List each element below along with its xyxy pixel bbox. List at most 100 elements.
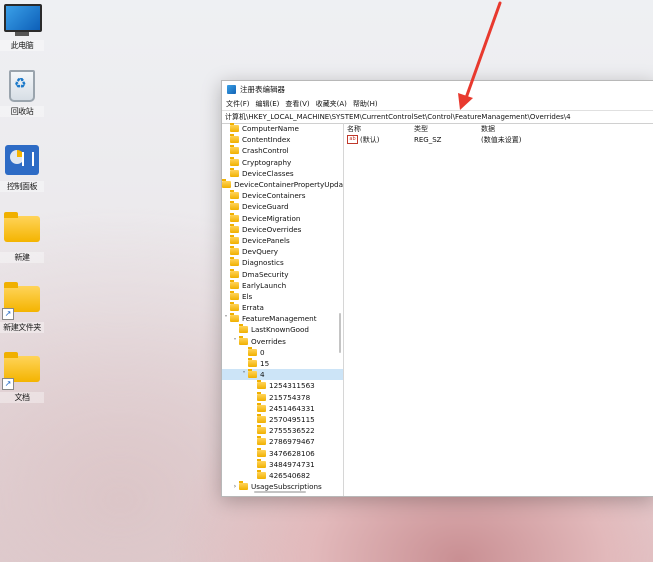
folder-icon xyxy=(257,436,266,446)
folder-icon xyxy=(257,380,266,390)
desktop-icon-label: 文档 xyxy=(0,392,44,403)
menu-view[interactable]: 查看(V) xyxy=(285,99,309,109)
tree-item-label: 426540682 xyxy=(269,470,311,480)
desktop-icon-this-pc[interactable]: 此电脑 xyxy=(0,4,44,51)
expand-chevron-icon[interactable]: ˅ xyxy=(240,371,248,378)
registry-tree[interactable]: ComputerName ContentIndex CrashControl Cryp… xyxy=(222,123,344,496)
tree-item-label: 0 xyxy=(260,347,265,357)
tree-item[interactable]: 3476628106 xyxy=(222,447,343,458)
tree-item-label: ComputerName xyxy=(242,124,299,134)
menu-edit[interactable]: 编辑(E) xyxy=(256,99,280,109)
menu-favorites[interactable]: 收藏夹(A) xyxy=(316,99,347,109)
tree-item[interactable]: DevicePanels xyxy=(222,234,343,246)
desktop-icon-documents[interactable]: ↗ 文档 xyxy=(0,352,44,403)
tree-item-label: CrashControl xyxy=(242,146,289,156)
folder-shortcut-icon: ↗ xyxy=(2,352,40,390)
tree-item-label: Els xyxy=(242,291,253,301)
tree-item[interactable]: LastKnownGood xyxy=(222,324,343,335)
tree-item-label: FeatureManagement xyxy=(242,314,317,324)
tree-item[interactable]: ˅ FeatureManagement xyxy=(222,313,343,324)
tree-item[interactable]: DevQuery xyxy=(222,246,343,257)
tree-item[interactable]: ComputerName xyxy=(222,123,343,134)
folder-icon xyxy=(257,402,266,412)
tree-item[interactable]: ˅ Overrides xyxy=(222,335,343,347)
folder-icon xyxy=(257,391,266,401)
folder-icon xyxy=(4,212,40,248)
tree-item-label: 2755536522 xyxy=(269,426,315,436)
tree-item[interactable]: 426540682 xyxy=(222,469,343,481)
folder-icon xyxy=(257,447,266,457)
monitor-icon xyxy=(4,4,42,36)
desktop-icon-recycle-bin[interactable]: 回收站 xyxy=(0,70,44,117)
expand-chevron-icon[interactable]: › xyxy=(231,483,239,490)
folder-icon xyxy=(230,167,239,177)
column-name-header[interactable]: 名称 xyxy=(347,124,414,134)
folder-icon xyxy=(230,302,239,312)
tree-item[interactable]: DeviceGuard xyxy=(222,201,343,212)
tree-item[interactable]: DmaSecurity xyxy=(222,268,343,279)
folder-icon xyxy=(257,425,266,435)
tree-item-label: DmaSecurity xyxy=(242,269,289,279)
desktop-icon-label: 回收站 xyxy=(0,106,44,117)
desktop-icon-folder-new[interactable]: 新建 xyxy=(0,212,44,263)
folder-icon xyxy=(230,123,239,133)
tree-item[interactable]: 1254311563 xyxy=(222,380,343,391)
tree-item-label: DeviceMigration xyxy=(242,213,301,223)
desktop-icon-label: 新建 xyxy=(0,252,44,263)
desktop-icon-label: 新建文件夹 xyxy=(0,322,44,333)
tree-item[interactable]: 0 xyxy=(222,346,343,358)
tree-item[interactable]: DeviceContainerPropertyUpda xyxy=(222,179,343,190)
tree-item[interactable]: 3484974731 xyxy=(222,458,343,470)
tree-item-label: 2451464331 xyxy=(269,403,315,413)
tree-item[interactable]: 2570495115 xyxy=(222,413,343,425)
tree-item-label: 215754378 xyxy=(269,392,311,402)
tree-item[interactable]: DeviceMigration xyxy=(222,212,343,224)
tree-item[interactable]: 2786979467 xyxy=(222,436,343,447)
value-name: (默认) xyxy=(360,135,380,144)
tree-item[interactable]: 15 xyxy=(222,358,343,369)
column-type-header[interactable]: 类型 xyxy=(414,124,481,134)
values-pane: 名称 类型 数据 ab (默认) REG_SZ (数值未设置) xyxy=(344,123,653,496)
desktop-icon-label: 控制面板 xyxy=(0,181,44,192)
tree-item[interactable]: 2451464331 xyxy=(222,402,343,414)
value-row[interactable]: ab (默认) REG_SZ (数值未设置) xyxy=(344,134,653,145)
menu-help[interactable]: 帮助(H) xyxy=(353,99,378,109)
expand-chevron-icon[interactable]: ˅ xyxy=(222,315,230,322)
tree-item[interactable]: Els xyxy=(222,290,343,302)
tree-item[interactable]: 2755536522 xyxy=(222,425,343,436)
regedit-icon xyxy=(227,84,236,94)
tree-item[interactable]: Diagnostics xyxy=(222,257,343,268)
control-panel-icon xyxy=(4,145,40,177)
folder-icon xyxy=(230,201,239,211)
folder-icon xyxy=(239,335,248,345)
folder-icon xyxy=(230,268,239,278)
tree-item[interactable]: Cryptography xyxy=(222,156,343,168)
folder-icon xyxy=(230,145,239,155)
tree-item-label: Errata xyxy=(242,303,264,313)
column-data-header[interactable]: 数据 xyxy=(481,124,495,134)
tree-item[interactable]: ContentIndex xyxy=(222,134,343,145)
tree-item[interactable]: EarlyLaunch xyxy=(222,279,343,291)
menu-file[interactable]: 文件(F) xyxy=(226,99,250,109)
tree-item[interactable]: DeviceOverrides xyxy=(222,223,343,235)
title-bar[interactable]: 注册表编辑器 xyxy=(222,81,653,97)
tree-item-label: Overrides xyxy=(251,336,286,346)
tree-item[interactable]: Errata xyxy=(222,302,343,313)
desktop-icon-folder-shortcut[interactable]: ↗ 新建文件夹 xyxy=(0,282,44,333)
tree-item[interactable]: 215754378 xyxy=(222,391,343,403)
tree-item[interactable]: DeviceContainers xyxy=(222,190,343,201)
tree-vertical-scrollbar[interactable] xyxy=(339,313,341,353)
expand-chevron-icon[interactable]: ˅ xyxy=(231,338,239,345)
desktop-icon-control-panel[interactable]: 控制面板 xyxy=(0,145,44,192)
folder-icon xyxy=(257,469,266,479)
address-bar[interactable]: 计算机\HKEY_LOCAL_MACHINE\SYSTEM\CurrentCon… xyxy=(222,110,653,124)
tree-item-label: UsageSubscriptions xyxy=(251,482,322,492)
folder-icon xyxy=(257,458,266,468)
desktop-icon-label: 此电脑 xyxy=(0,40,44,51)
tree-item[interactable]: CrashControl xyxy=(222,145,343,156)
tree-horizontal-scrollbar[interactable] xyxy=(254,491,306,493)
tree-item[interactable]: ˅ 4 xyxy=(222,369,343,381)
folder-icon xyxy=(230,246,239,256)
tree-item[interactable]: DeviceClasses xyxy=(222,167,343,179)
value-type: REG_SZ xyxy=(414,135,442,144)
